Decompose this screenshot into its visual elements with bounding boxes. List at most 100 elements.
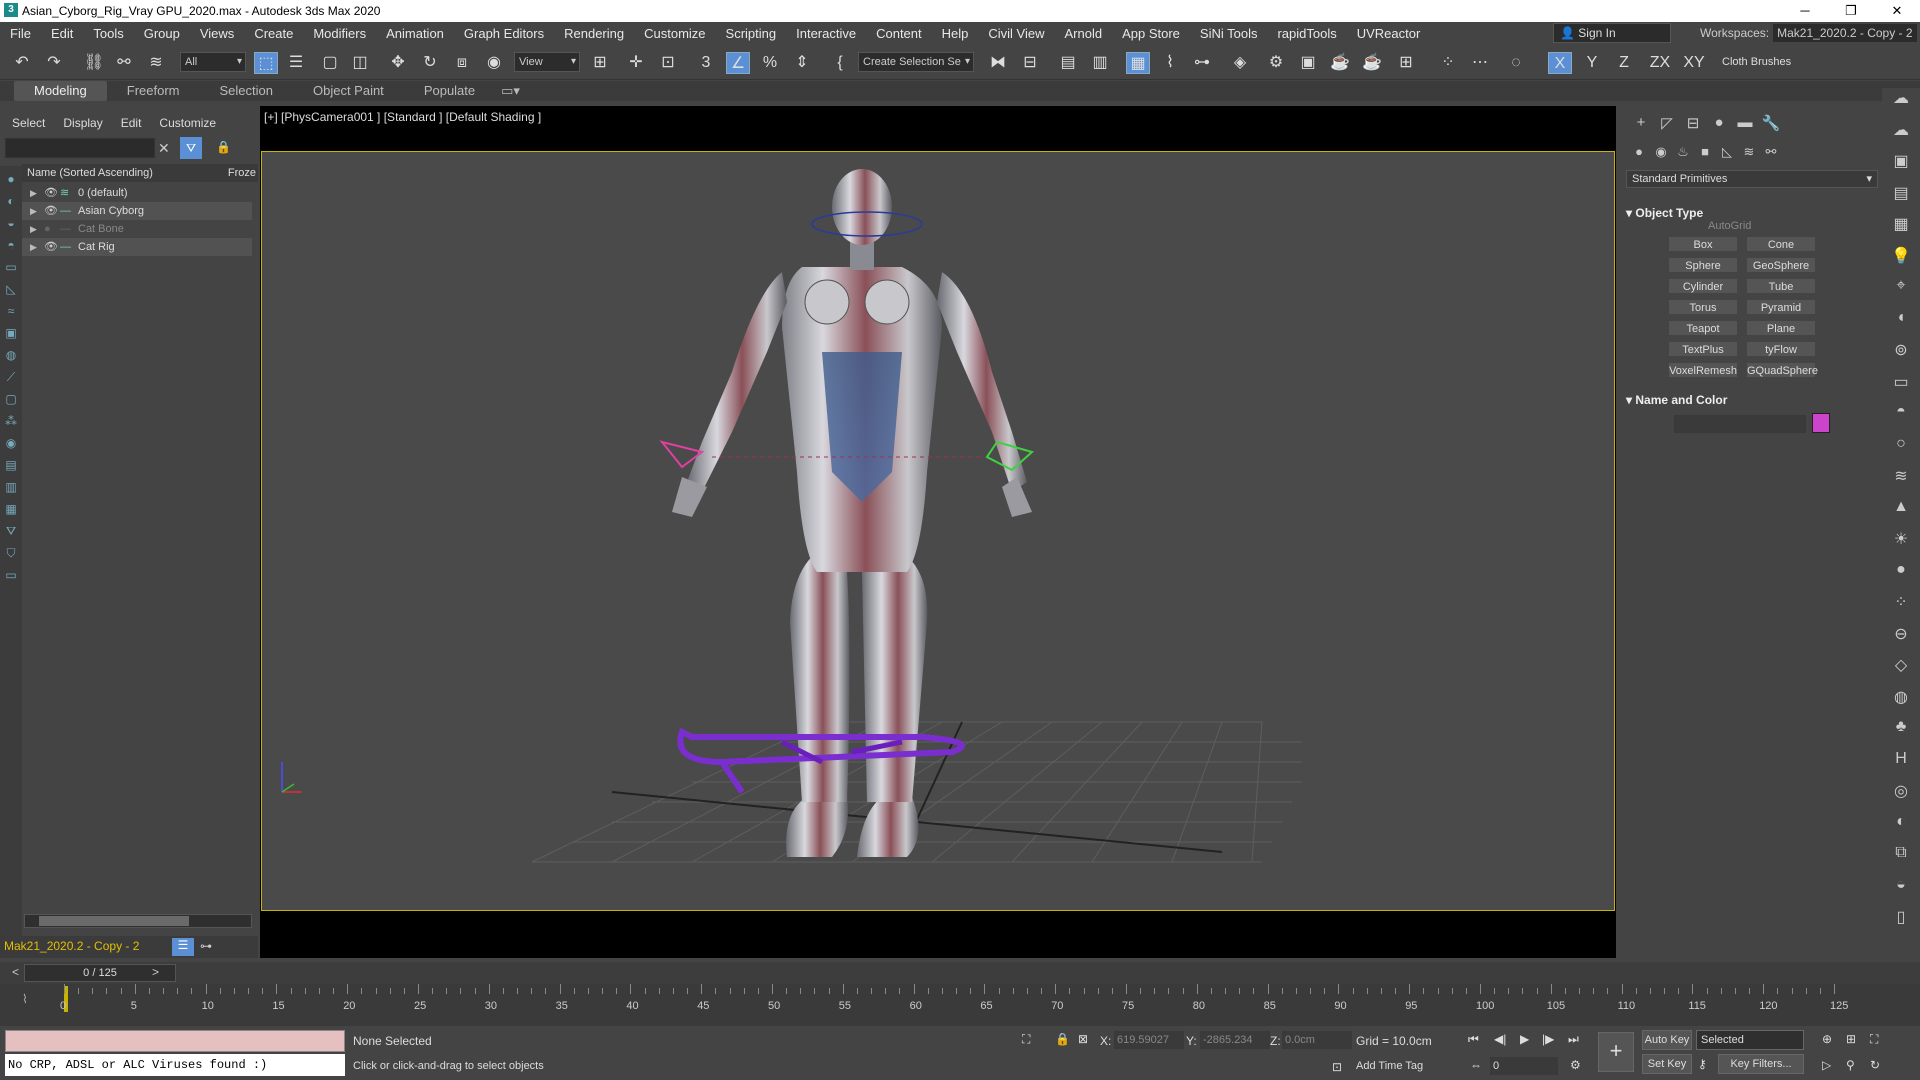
zoom-all-icon[interactable]: ⊞ xyxy=(1846,1032,1856,1046)
torus-button[interactable]: Torus xyxy=(1668,299,1738,315)
circle-select-icon[interactable]: ◌ xyxy=(1504,52,1528,74)
window-crossing-icon[interactable]: ◫ xyxy=(348,52,372,74)
tab-populate[interactable]: Populate xyxy=(404,81,495,101)
motion-tab-icon[interactable]: ● xyxy=(1706,114,1732,132)
sun-icon[interactable]: ☀ xyxy=(1882,529,1920,561)
display-none-icon[interactable]: ● xyxy=(3,172,19,188)
cloud-icon[interactable]: ☁ xyxy=(1882,120,1920,152)
plane-button[interactable]: Plane xyxy=(1746,320,1816,336)
dome-icon[interactable]: ◓ xyxy=(1882,403,1920,435)
tab-freeform[interactable]: Freeform xyxy=(107,81,200,101)
expand-icon[interactable]: ▶ xyxy=(30,238,37,256)
light-icon[interactable]: 💡 xyxy=(1882,246,1920,278)
axis-z-button[interactable]: Z xyxy=(1612,52,1636,74)
select-manipulate-icon[interactable]: ✛ xyxy=(624,52,648,74)
menu-app-store[interactable]: App Store xyxy=(1112,26,1190,41)
rectangular-selection-icon[interactable]: ▢ xyxy=(318,52,342,74)
lock-icon[interactable]: 🔒 xyxy=(216,140,231,154)
menu-animation[interactable]: Animation xyxy=(376,26,454,41)
key-icon[interactable]: ⚷ xyxy=(1698,1057,1707,1071)
display-cameras-icon[interactable]: ▭ xyxy=(3,260,19,276)
material-sphere-icon[interactable]: ◐ xyxy=(1882,813,1920,845)
film-icon[interactable]: ⊚ xyxy=(1882,340,1920,372)
folder-icon[interactable]: ▭ xyxy=(3,568,19,584)
eye-icon[interactable]: 👁 xyxy=(44,202,58,220)
time-prev-icon[interactable]: < xyxy=(12,965,19,979)
plant-icon[interactable]: ♣ xyxy=(1882,718,1920,750)
angle-snap-icon[interactable]: ∠ xyxy=(726,52,750,74)
walk-icon[interactable]: ⚲ xyxy=(1846,1058,1855,1072)
menu-civil-view[interactable]: Civil View xyxy=(978,26,1054,41)
expand-icon[interactable]: ▶ xyxy=(30,220,37,238)
minimize-button[interactable]: ─ xyxy=(1782,0,1828,22)
space-warps-icon[interactable]: ≋ xyxy=(1738,144,1760,160)
display-bones-icon[interactable]: ⟋ xyxy=(3,370,19,386)
current-layer-dropdown[interactable]: Mak21_2020.2 - Copy - 2 xyxy=(4,939,139,953)
table-icon[interactable]: ▦ xyxy=(1882,214,1920,246)
keyboard-shortcut-override-icon[interactable]: ⊡ xyxy=(656,52,680,74)
align-icon[interactable]: ⊟ xyxy=(1018,52,1042,74)
expand-icon[interactable]: ▶ xyxy=(30,184,37,202)
unlink-icon[interactable]: ⚯ xyxy=(112,52,136,74)
object-name-input[interactable] xyxy=(1674,415,1806,433)
object-type-rollout[interactable]: ▾ Object Type xyxy=(1626,206,1878,220)
ribbon-options-icon[interactable]: ▭▾ xyxy=(495,81,526,101)
add-time-tag-button[interactable]: Add Time Tag xyxy=(1356,1060,1423,1072)
pyramid-button[interactable]: Pyramid xyxy=(1746,299,1816,315)
teapot-button[interactable]: Teapot xyxy=(1668,320,1738,336)
layer-explorer-toggle-icon[interactable]: ☰ xyxy=(172,938,194,956)
water-icon[interactable]: ◒ xyxy=(1882,876,1920,908)
tube-button[interactable]: Tube xyxy=(1746,278,1816,294)
fur-icon[interactable]: ≋ xyxy=(1882,466,1920,498)
clear-search-icon[interactable]: ✕ xyxy=(158,140,170,157)
menu-arnold[interactable]: Arnold xyxy=(1055,26,1113,41)
z-coord-field[interactable]: 0.0cm xyxy=(1282,1031,1352,1049)
fov-icon[interactable]: ▷ xyxy=(1822,1058,1831,1072)
rain-icon[interactable]: ⁘ xyxy=(1882,592,1920,624)
cylinder-button[interactable]: Cylinder xyxy=(1668,278,1738,294)
display-invert-icon[interactable]: ▥ xyxy=(3,480,19,496)
eye-icon[interactable]: 👁 xyxy=(44,184,58,202)
grid-icon[interactable]: ▤ xyxy=(1882,183,1920,215)
menu-rapidtools[interactable]: rapidTools xyxy=(1267,26,1346,41)
workspace-selector[interactable]: Workspaces: Mak21_2020.2 - Copy - 2 xyxy=(1700,24,1917,42)
material-editor-icon[interactable]: ◈ xyxy=(1228,52,1252,74)
lights-icon[interactable]: ♨ xyxy=(1672,144,1694,160)
speaker-icon[interactable]: ◖ xyxy=(1882,309,1920,341)
menu-create[interactable]: Create xyxy=(244,26,303,41)
auto-key-button[interactable]: Auto Key xyxy=(1642,1030,1692,1050)
tyflow-button[interactable]: tyFlow xyxy=(1746,341,1816,357)
cameras-icon[interactable]: ■ xyxy=(1694,144,1716,160)
eye-hidden-icon[interactable]: ● xyxy=(44,220,51,238)
create-tab-icon[interactable]: + xyxy=(1628,114,1654,132)
display-lights-icon[interactable]: ◓ xyxy=(3,238,19,254)
scene-menu-select[interactable]: Select xyxy=(12,116,45,130)
scene-menu-edit[interactable]: Edit xyxy=(121,116,142,130)
object-category-dropdown[interactable]: Standard Primitives xyxy=(1626,170,1878,188)
gquadsphere-button[interactable]: GQuadSphere xyxy=(1746,362,1818,378)
time-config-icon[interactable]: ⚙ xyxy=(1570,1058,1581,1072)
maximize-viewport-icon[interactable]: ⛶ xyxy=(1870,1032,1878,1047)
render-setup-icon[interactable]: ⚙ xyxy=(1264,52,1288,74)
autogrid-checkbox[interactable]: AutoGrid xyxy=(1708,220,1751,232)
menu-edit[interactable]: Edit xyxy=(41,26,83,41)
geometry-icon[interactable]: ● xyxy=(1628,144,1650,160)
menu-content[interactable]: Content xyxy=(866,26,932,41)
hierarchy-tab-icon[interactable]: ⊟ xyxy=(1680,114,1706,132)
select-object-icon[interactable]: ⬚ xyxy=(254,52,278,74)
shapes-icon[interactable]: ◉ xyxy=(1650,144,1672,160)
sphere-icon[interactable]: ○ xyxy=(1882,435,1920,467)
rendered-frame-window-icon[interactable]: ▣ xyxy=(1296,52,1320,74)
maximize-button[interactable]: ❐ xyxy=(1828,0,1874,22)
orbit-icon[interactable]: ↻ xyxy=(1870,1058,1880,1072)
viewport-label[interactable]: [+] [PhysCamera001 ] [Standard ] [Defaul… xyxy=(264,110,541,124)
set-key-button[interactable]: Set Key xyxy=(1642,1054,1692,1074)
time-tag-icon[interactable]: ⊡ xyxy=(1332,1060,1342,1074)
box-button[interactable]: Box xyxy=(1668,236,1738,252)
modify-tab-icon[interactable]: ◸ xyxy=(1654,114,1680,132)
axis-y-button[interactable]: Y xyxy=(1580,52,1604,74)
curve-editor-icon[interactable]: ⌇ xyxy=(1158,52,1182,74)
menu-group[interactable]: Group xyxy=(134,26,190,41)
camera-icon[interactable]: ⌖ xyxy=(1882,277,1920,309)
geosphere-button[interactable]: GeoSphere xyxy=(1746,257,1816,273)
